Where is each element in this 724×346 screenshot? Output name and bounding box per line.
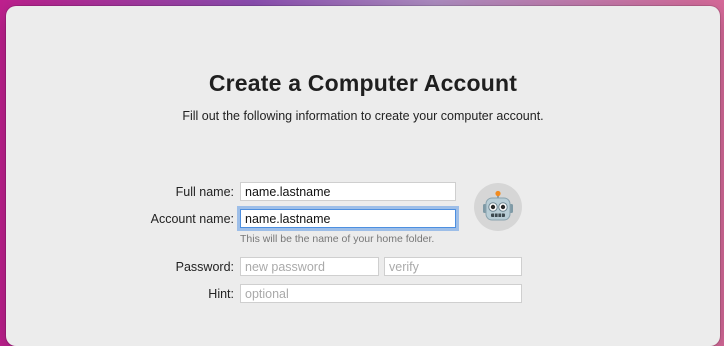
verify-password-field[interactable] [384, 257, 522, 276]
page-subtitle: Fill out the following information to cr… [182, 109, 544, 123]
full-name-label: Full name: [175, 185, 234, 199]
account-name-hint: This will be the name of your home folde… [240, 233, 435, 245]
page-title: Create a Computer Account [208, 70, 518, 96]
hint-field[interactable] [240, 284, 522, 303]
password-label: Password: [175, 260, 234, 274]
password-field[interactable] [240, 257, 379, 276]
account-name-label: Account name: [150, 212, 234, 226]
user-avatar[interactable] [474, 183, 522, 231]
full-name-field[interactable] [240, 182, 456, 201]
robot-avatar-icon [483, 190, 513, 221]
account-name-field[interactable] [240, 209, 456, 228]
hint-label: Hint: [208, 287, 234, 301]
